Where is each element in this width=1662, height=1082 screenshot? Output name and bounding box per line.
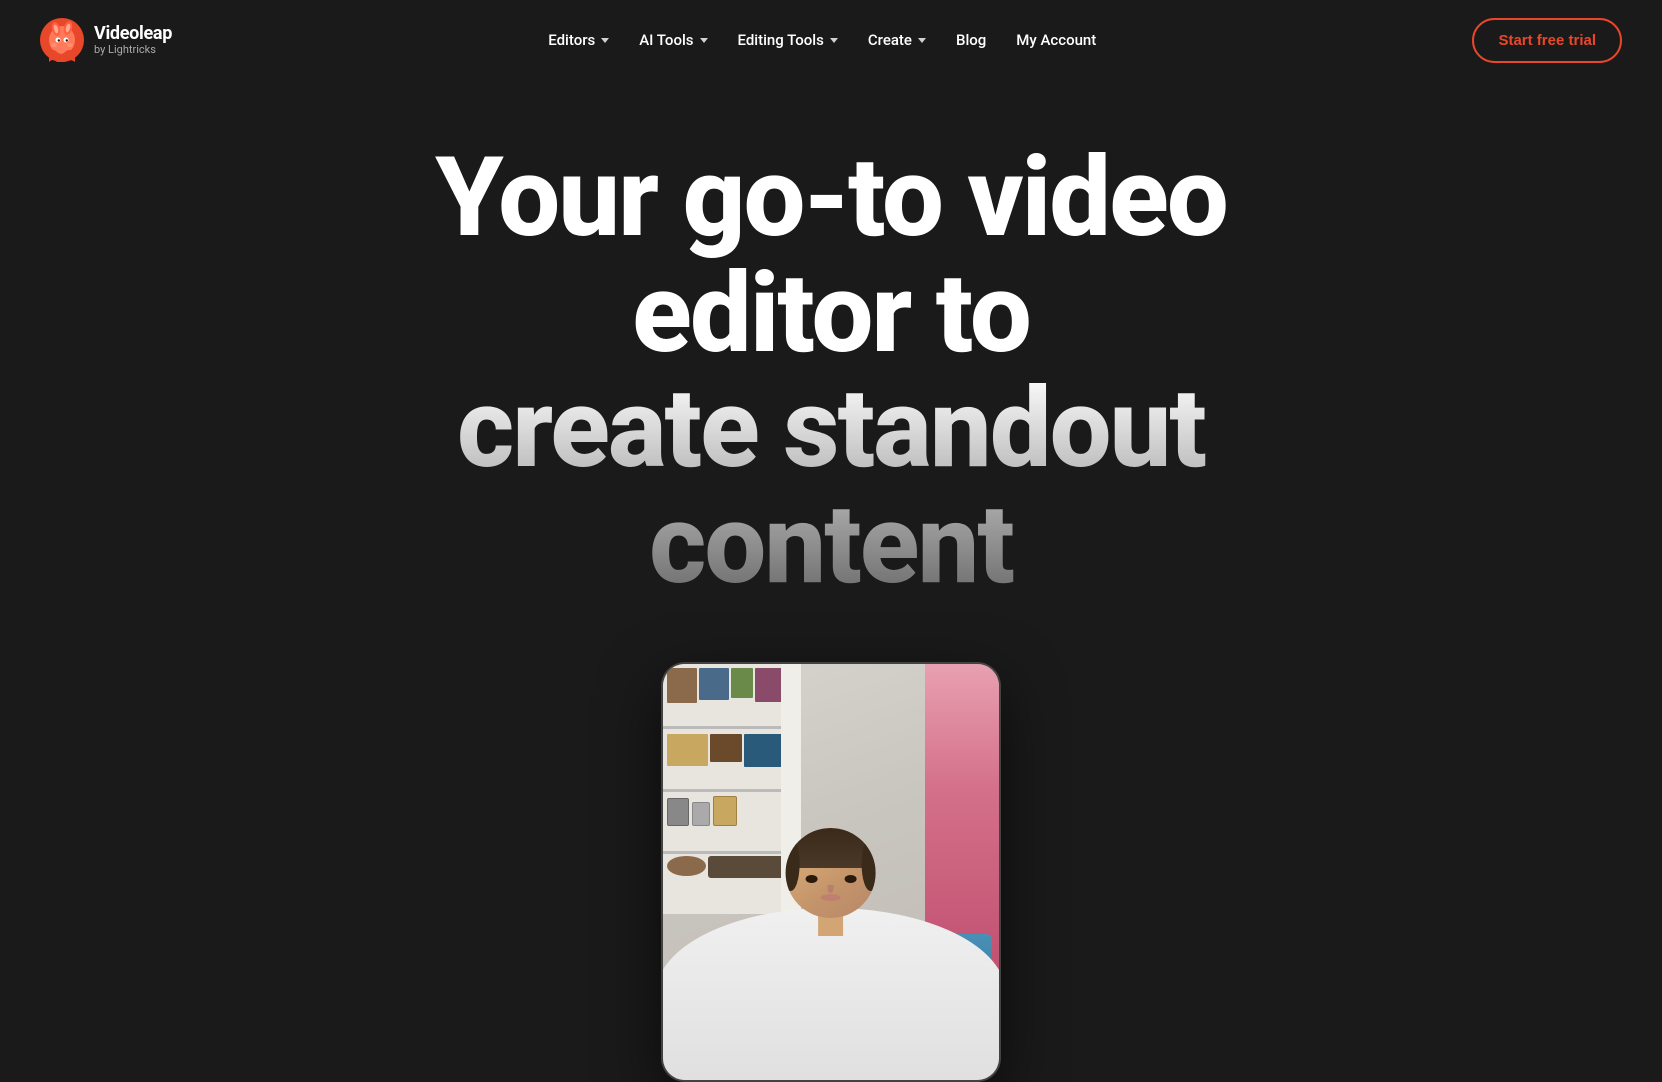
chevron-down-icon [601,38,609,43]
chevron-down-icon [918,38,926,43]
nav-link-create[interactable]: Create [856,23,938,57]
person-hair-side-right [862,837,876,891]
nav-link-editors[interactable]: Editors [536,23,621,57]
person-nose [828,885,834,893]
logo-text: Videoleap by Lightricks [94,24,172,56]
hero-section: Your go-to video editor to create stando… [0,80,1662,1082]
nav-link-editing-tools[interactable]: Editing Tools [726,23,850,57]
hero-title: Your go-to video editor to create stando… [321,140,1341,602]
person-eye-right [844,875,856,883]
shelf-1 [663,726,789,729]
logo-link[interactable]: Videoleap by Lightricks [40,18,172,62]
chevron-down-icon [700,38,708,43]
chevron-down-icon [830,38,838,43]
nav-item-create: Create [856,23,938,57]
navbar: Videoleap by Lightricks Editors AI Tools… [0,0,1662,80]
person-eye-left [806,875,818,883]
video-card [661,662,1001,1082]
hero-title-line1: Your go-to video editor to [435,133,1227,378]
nav-cta: Start free trial [1472,18,1622,63]
hero-title-line2: create standout content [457,364,1205,609]
person-head [786,828,876,918]
start-trial-button[interactable]: Start free trial [1472,18,1622,63]
video-still [663,664,999,1080]
hero-headline: Your go-to video editor to create stando… [281,140,1381,602]
logo-icon [40,18,84,62]
nav-links: Editors AI Tools Editing Tools Create [536,23,1108,57]
nav-link-ai-tools[interactable]: AI Tools [627,23,719,57]
nav-item-editing-tools: Editing Tools [726,23,850,57]
brand-sub: by Lightricks [94,44,172,56]
nav-link-blog[interactable]: Blog [944,23,998,57]
person-figure [697,768,966,1080]
shelf-books-row1 [667,668,785,703]
nav-item-editors: Editors [536,23,621,57]
video-card-wrapper [0,662,1662,1082]
nav-item-my-account: My Account [1004,23,1108,57]
shelf-books-row2 [667,734,785,767]
nav-item-blog: Blog [944,23,998,57]
nav-item-ai-tools: AI Tools [627,23,719,57]
brand-name: Videoleap [94,24,172,44]
nav-link-my-account[interactable]: My Account [1004,23,1108,57]
person-lips [821,894,841,901]
